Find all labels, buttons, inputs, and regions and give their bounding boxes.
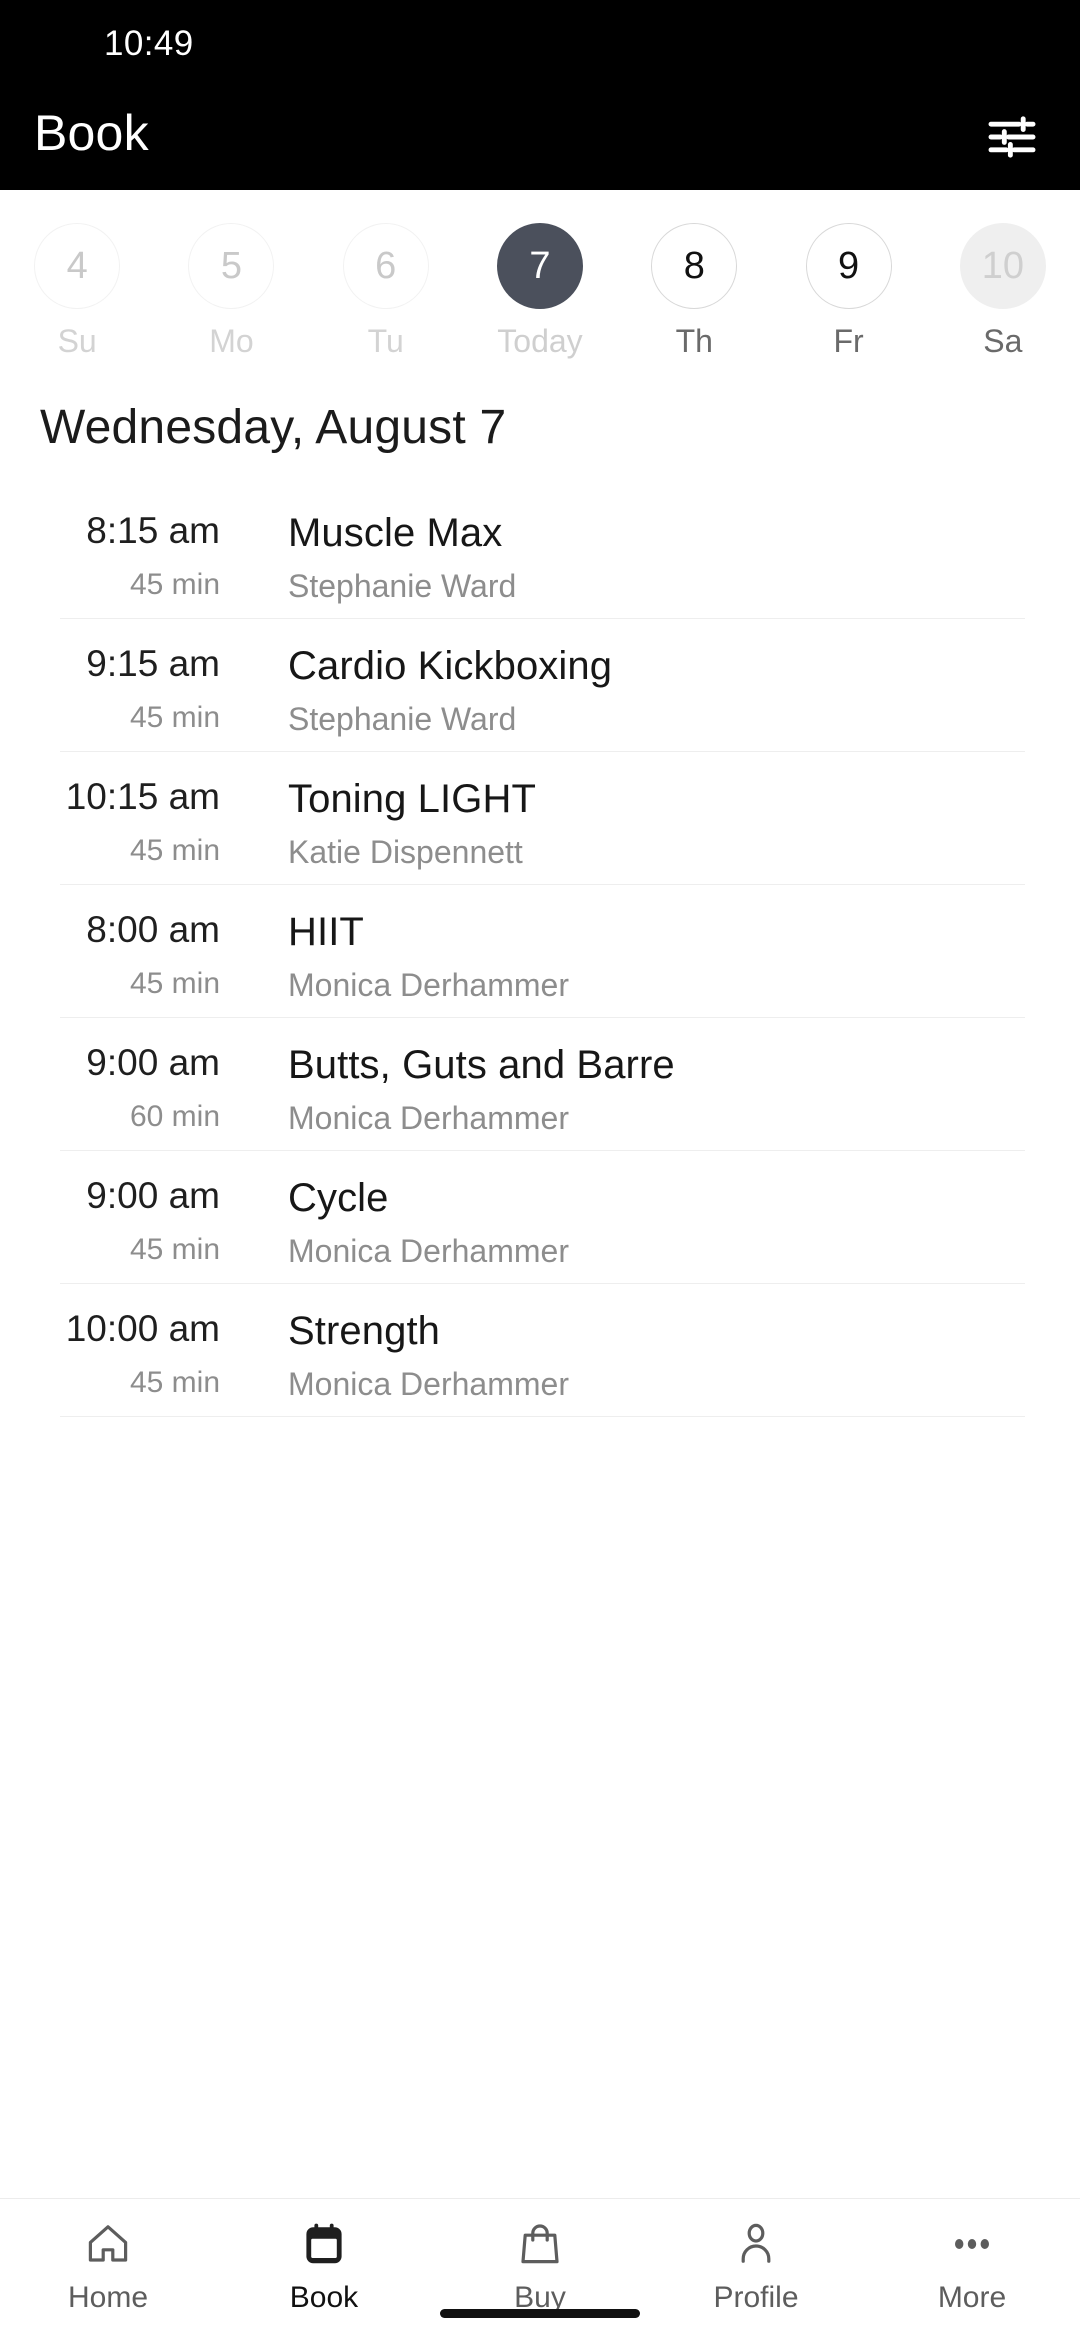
date-number-6[interactable]: 6 xyxy=(342,223,429,309)
date-number-9[interactable]: 9 xyxy=(805,223,892,309)
class-info-block: Strength Monica Derhammer xyxy=(220,1310,1025,1402)
bag-icon xyxy=(516,2217,564,2271)
tune-filter-icon[interactable] xyxy=(984,109,1040,165)
class-time-block: 9:00 am 60 min xyxy=(60,1042,220,1133)
nav-tab-buy[interactable]: Buy xyxy=(432,2217,648,2313)
person-icon xyxy=(732,2217,780,2271)
class-info-block: HIIT Monica Derhammer xyxy=(220,911,1025,1003)
class-info-block: Toning LIGHT Katie Dispennett xyxy=(220,778,1025,870)
app-bar: Book xyxy=(0,84,1080,190)
nav-tab-profile[interactable]: Profile xyxy=(648,2217,864,2313)
class-info-block: Cardio Kickboxing Stephanie Ward xyxy=(220,645,1025,737)
class-time-block: 10:15 am 45 min xyxy=(60,776,220,867)
class-name: Muscle Max xyxy=(288,511,503,555)
date-weekday-8: Th xyxy=(675,323,713,359)
home-icon xyxy=(84,2217,132,2271)
class-start-time: 8:00 am xyxy=(86,909,220,950)
nav-tab-more[interactable]: More xyxy=(864,2217,1080,2313)
date-cell-7-selected[interactable]: 7 Today xyxy=(463,223,617,357)
date-number-7[interactable]: 7 xyxy=(496,223,583,309)
class-instructor: Monica Derhammer xyxy=(288,1100,569,1136)
class-name: Cardio Kickboxing xyxy=(288,644,613,688)
class-instructor: Monica Derhammer xyxy=(288,1366,569,1402)
class-info-block: Muscle Max Stephanie Ward xyxy=(220,512,1025,604)
class-start-time: 8:15 am xyxy=(86,510,220,551)
class-start-time: 9:00 am xyxy=(86,1175,220,1216)
bottom-navigation-bar: Home Book Buy Profile More xyxy=(0,2198,1080,2340)
class-start-time: 10:15 am xyxy=(65,776,220,817)
date-weekday-7: Today xyxy=(497,323,583,359)
class-instructor: Monica Derhammer xyxy=(288,1233,569,1269)
class-instructor: Monica Derhammer xyxy=(288,967,569,1003)
class-time-block: 8:15 am 45 min xyxy=(60,510,220,601)
date-number-4[interactable]: 4 xyxy=(34,223,121,309)
class-name: Toning LIGHT xyxy=(288,777,536,821)
class-row[interactable]: 9:00 am 45 min Cycle Monica Derhammer xyxy=(60,1151,1025,1284)
status-bar: 10:49 xyxy=(0,0,1080,84)
class-start-time: 10:00 am xyxy=(65,1308,220,1349)
class-time-block: 8:00 am 45 min xyxy=(60,909,220,1000)
date-weekday-5: Mo xyxy=(209,323,254,359)
date-selector-strip[interactable]: 4 Su 5 Mo 6 Tu 7 Today 8 Th 9 Fr 10 Sa xyxy=(0,190,1080,368)
class-name: Butts, Guts and Barre xyxy=(288,1043,675,1087)
nav-tab-home[interactable]: Home xyxy=(0,2217,216,2313)
date-weekday-10: Sa xyxy=(983,323,1023,359)
class-duration: 45 min xyxy=(129,1232,220,1266)
top-bar-container: 10:49 Book xyxy=(0,0,1080,190)
class-time-block: 10:00 am 45 min xyxy=(60,1308,220,1399)
date-cell-5[interactable]: 5 Mo xyxy=(154,223,308,357)
nav-label-profile: Profile xyxy=(713,2281,799,2314)
calendar-icon xyxy=(300,2217,348,2271)
date-weekday-6: Tu xyxy=(367,323,404,359)
app-screen: 10:49 Book 4 Su 5 Mo 6 Tu 7 Today 8 Th 9… xyxy=(0,0,1080,2340)
date-weekday-9: Fr xyxy=(833,323,864,359)
home-indicator xyxy=(440,2309,640,2318)
class-name: Strength xyxy=(288,1309,441,1353)
class-duration: 45 min xyxy=(129,833,220,867)
class-row[interactable]: 8:15 am 45 min Muscle Max Stephanie Ward xyxy=(60,486,1025,619)
class-start-time: 9:15 am xyxy=(86,643,220,684)
nav-label-home: Home xyxy=(67,2281,149,2314)
date-number-10[interactable]: 10 xyxy=(959,223,1046,309)
date-cell-9[interactable]: 9 Fr xyxy=(771,223,925,357)
date-number-8[interactable]: 8 xyxy=(651,223,738,309)
nav-label-book: Book xyxy=(289,2281,359,2314)
page-title: Book xyxy=(34,105,149,161)
date-cell-10[interactable]: 10 Sa xyxy=(926,223,1080,357)
class-instructor: Stephanie Ward xyxy=(288,568,517,604)
ellipsis-icon xyxy=(948,2217,996,2271)
date-cell-8[interactable]: 8 Th xyxy=(617,223,771,357)
class-duration: 45 min xyxy=(129,567,220,601)
class-info-block: Cycle Monica Derhammer xyxy=(220,1177,1025,1269)
class-duration: 45 min xyxy=(129,700,220,734)
class-row[interactable]: 10:15 am 45 min Toning LIGHT Katie Dispe… xyxy=(60,752,1025,885)
class-duration: 60 min xyxy=(129,1099,220,1133)
nav-label-more: More xyxy=(937,2281,1007,2314)
date-weekday-4: Su xyxy=(57,323,97,359)
class-name: Cycle xyxy=(288,1176,389,1220)
class-info-block: Butts, Guts and Barre Monica Derhammer xyxy=(220,1044,1025,1136)
date-cell-4[interactable]: 4 Su xyxy=(0,223,154,357)
class-row[interactable]: 10:00 am 45 min Strength Monica Derhamme… xyxy=(60,1284,1025,1417)
class-duration: 45 min xyxy=(129,966,220,1000)
class-instructor: Katie Dispennett xyxy=(288,834,523,870)
class-list: 8:15 am 45 min Muscle Max Stephanie Ward… xyxy=(0,486,1080,2198)
status-bar-clock: 10:49 xyxy=(104,24,194,63)
class-row[interactable]: 9:15 am 45 min Cardio Kickboxing Stephan… xyxy=(60,619,1025,752)
nav-tab-book[interactable]: Book xyxy=(216,2217,432,2313)
class-duration: 45 min xyxy=(129,1365,220,1399)
class-time-block: 9:15 am 45 min xyxy=(60,643,220,734)
class-name: HIIT xyxy=(288,910,364,954)
date-cell-6[interactable]: 6 Tu xyxy=(309,223,463,357)
date-number-5[interactable]: 5 xyxy=(188,223,275,309)
class-time-block: 9:00 am 45 min xyxy=(60,1175,220,1266)
schedule-date-heading: Wednesday, August 7 xyxy=(40,401,507,454)
class-start-time: 9:00 am xyxy=(86,1042,220,1083)
class-row[interactable]: 9:00 am 60 min Butts, Guts and Barre Mon… xyxy=(60,1018,1025,1151)
class-instructor: Stephanie Ward xyxy=(288,701,517,737)
class-row[interactable]: 8:00 am 45 min HIIT Monica Derhammer xyxy=(60,885,1025,1018)
